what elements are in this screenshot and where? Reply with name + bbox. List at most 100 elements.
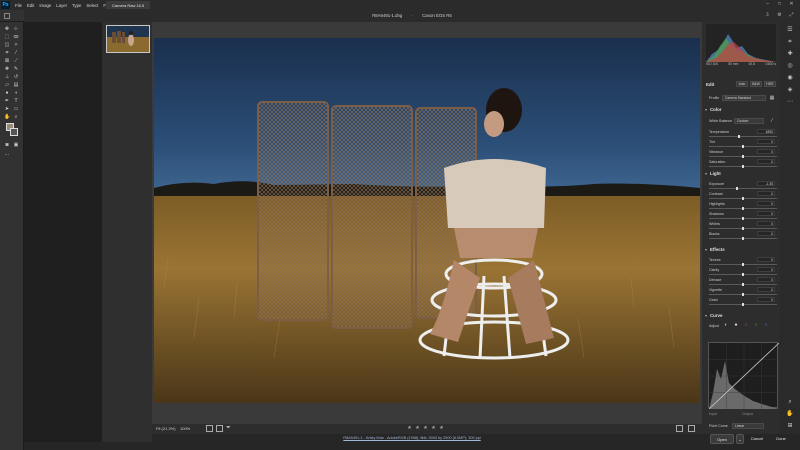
exposure-slider[interactable] — [709, 187, 777, 190]
camera-raw-tab[interactable]: Camera Raw 16.5 — [106, 1, 151, 9]
curve-green-icon[interactable]: ○ — [752, 321, 760, 329]
bw-button[interactable]: B&W — [750, 81, 762, 87]
menu-file[interactable]: File — [15, 3, 22, 8]
type-tool-icon[interactable]: T — [13, 98, 19, 104]
screen-mode-icon[interactable]: ▣ — [13, 142, 19, 148]
contrast-value[interactable]: 0 — [757, 191, 775, 196]
ruler-tool-icon[interactable]: ⟋ — [13, 58, 19, 64]
auto-button[interactable]: Auto — [736, 81, 748, 87]
shadows-value[interactable]: 0 — [757, 211, 775, 216]
temperature-slider-knob[interactable] — [738, 135, 741, 138]
gradient-tool-icon[interactable]: ▤ — [13, 82, 19, 88]
open-options-icon[interactable]: ⌄ — [736, 434, 744, 444]
grain-value[interactable]: 0 — [757, 297, 775, 302]
more-image-settings-icon[interactable]: ⋯ — [786, 98, 794, 106]
workflow-options-link[interactable]: R8A9491-1 - Kristy Mae - AdobeRGB (1998)… — [24, 436, 800, 440]
blacks-slider-knob[interactable] — [742, 237, 744, 240]
hdr-button[interactable]: HDR — [764, 81, 776, 87]
filter-icon[interactable]: ⏷ — [226, 425, 233, 432]
contrast-slider-knob[interactable] — [742, 197, 744, 200]
menu-type[interactable]: Type — [72, 3, 81, 8]
grain-slider[interactable] — [709, 303, 777, 306]
contrast-slider[interactable] — [709, 197, 777, 200]
saturation-slider[interactable] — [709, 165, 777, 168]
image-canvas-area[interactable] — [152, 22, 702, 424]
shadows-slider-knob[interactable] — [742, 217, 744, 220]
whites-slider-knob[interactable] — [742, 227, 744, 230]
highlights-slider[interactable] — [709, 207, 777, 210]
menu-image[interactable]: Image — [39, 3, 51, 8]
hand-icon[interactable]: ✋ — [786, 410, 794, 418]
tint-slider[interactable] — [709, 145, 777, 148]
healing-brush-tool-icon[interactable]: ✚ — [4, 66, 10, 72]
whites-value[interactable]: 0 — [757, 221, 775, 226]
rating-star-5[interactable]: ★ — [438, 425, 445, 432]
curve-section-header[interactable]: Curve — [704, 312, 778, 320]
clarity-slider-knob[interactable] — [742, 273, 744, 276]
crop-rotate-icon[interactable]: ⌗ — [786, 38, 794, 46]
lasso-tool-icon[interactable]: ꝏ — [13, 34, 19, 40]
highlights-slider-knob[interactable] — [742, 207, 744, 210]
maximize-icon[interactable]: □ — [776, 1, 783, 8]
zoom-icon[interactable]: ⌕ — [786, 398, 794, 406]
open-button[interactable]: Open — [710, 434, 734, 444]
photo-preview[interactable] — [154, 38, 700, 403]
blur-tool-icon[interactable]: ● — [4, 90, 10, 96]
before-after-icon[interactable] — [688, 425, 695, 432]
vibrance-slider-knob[interactable] — [742, 155, 744, 158]
red-eye-icon[interactable]: ◉ — [786, 74, 794, 82]
curve-red-icon[interactable]: ○ — [742, 321, 750, 329]
saturation-slider-knob[interactable] — [742, 165, 744, 168]
vibrance-value[interactable]: 0 — [757, 149, 775, 154]
exposure-slider-knob[interactable] — [736, 187, 739, 190]
magic-wand-tool-icon[interactable]: ✧ — [13, 42, 19, 48]
eraser-tool-icon[interactable]: ▱ — [4, 82, 10, 88]
curve-blue-icon[interactable]: ○ — [762, 321, 770, 329]
clarity-value[interactable]: 0 — [757, 267, 775, 272]
menu-edit[interactable]: Edit — [27, 3, 34, 8]
texture-slider[interactable] — [709, 263, 777, 266]
rating-star-2[interactable]: ★ — [414, 425, 421, 432]
edit-tool-icon[interactable]: ☰ — [786, 26, 794, 34]
camera-raw-fullscreen-icon[interactable]: ⤢ — [788, 12, 795, 19]
vignette-value[interactable]: 0 — [757, 287, 775, 292]
cancel-button[interactable]: Cancel — [746, 434, 768, 444]
remove-tool-icon[interactable]: ✚ — [786, 50, 794, 58]
white-balance-select[interactable]: Custom — [734, 118, 764, 124]
marquee-tool-icon[interactable]: ⬚ — [4, 34, 10, 40]
white-balance-eyedropper-icon[interactable]: ⁄ — [768, 117, 776, 125]
move-tool-icon[interactable]: ✥ — [4, 26, 10, 32]
temperature-slider[interactable] — [709, 135, 777, 138]
vibrance-slider[interactable] — [709, 155, 777, 158]
close-icon[interactable]: ✕ — [788, 1, 795, 8]
clarity-slider[interactable] — [709, 273, 777, 276]
quick-mask-icon[interactable]: ◙ — [4, 142, 10, 148]
background-color-swatch[interactable] — [10, 128, 18, 136]
pen-tool-icon[interactable]: ✒ — [4, 98, 10, 104]
dehaze-slider[interactable] — [709, 283, 777, 286]
highlights-value[interactable]: 0 — [757, 201, 775, 206]
point-curve-select[interactable]: Linear — [732, 423, 764, 429]
profile-browser-icon[interactable]: ▦ — [768, 94, 776, 102]
zoom-level[interactable]: Fit (21.2%) — [156, 426, 176, 431]
texture-slider-knob[interactable] — [742, 263, 744, 266]
filmstrip-toggle-icon[interactable] — [206, 425, 213, 432]
brush-tool-icon[interactable]: ✎ — [13, 66, 19, 72]
done-button[interactable]: Done — [770, 434, 792, 444]
hand-tool-icon[interactable]: ✋ — [4, 114, 10, 120]
profile-select[interactable]: Camera Standard — [722, 95, 766, 101]
vignette-slider-knob[interactable] — [742, 293, 744, 296]
menu-select[interactable]: Select — [86, 3, 98, 8]
zoom-tool-icon[interactable]: ⌕ — [13, 114, 19, 120]
curve-point-icon[interactable]: ◐ — [722, 321, 730, 329]
curve-rgb-icon[interactable]: ● — [732, 321, 740, 329]
vignette-slider[interactable] — [709, 293, 777, 296]
exposure-value[interactable]: -1.35 — [757, 181, 775, 186]
eyedropper-tool-icon[interactable]: ⁄ — [13, 50, 19, 56]
minimize-icon[interactable]: – — [764, 1, 771, 8]
tint-value[interactable]: 0 — [757, 139, 775, 144]
marquee-icon[interactable] — [4, 13, 10, 19]
frame-tool-icon[interactable]: ⊠ — [4, 58, 10, 64]
whites-slider[interactable] — [709, 227, 777, 230]
masking-icon[interactable]: ◎ — [786, 62, 794, 70]
